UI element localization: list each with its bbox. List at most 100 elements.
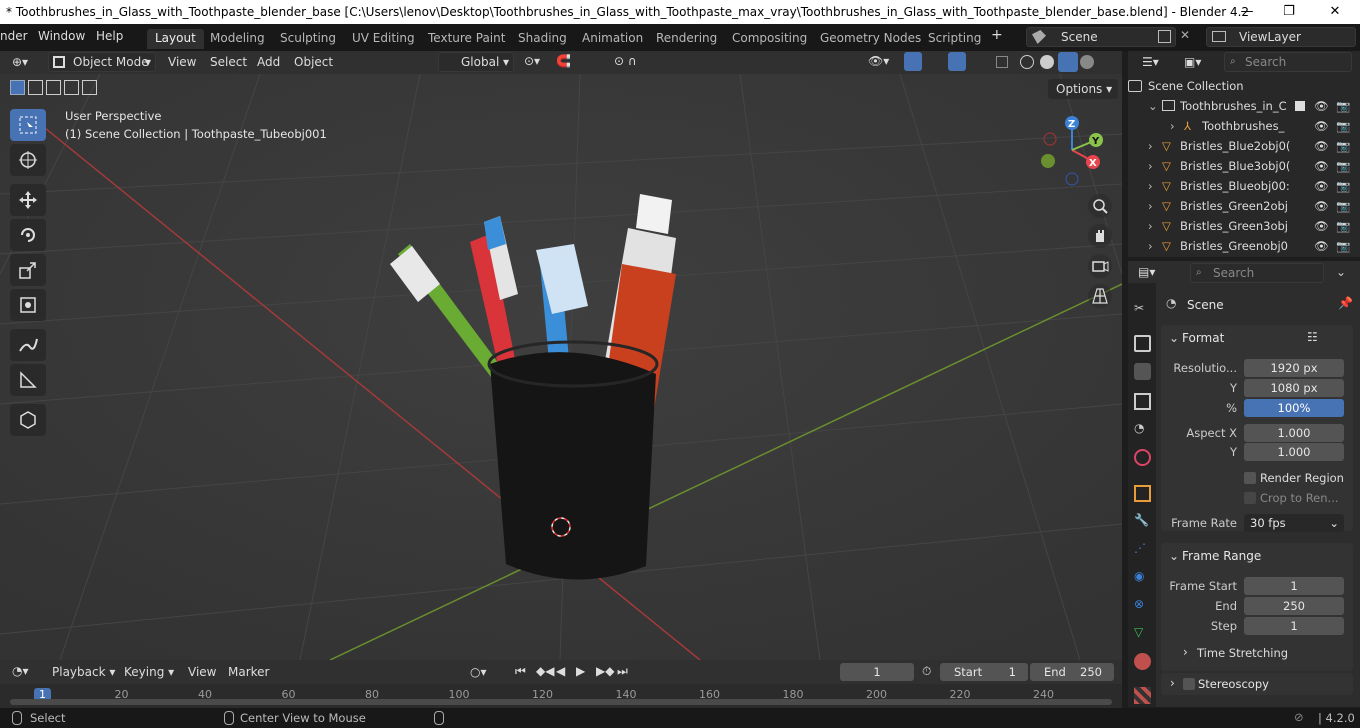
camera-icon[interactable]: 📷 xyxy=(1336,216,1350,236)
snap-icon[interactable]: 🧲 xyxy=(556,54,571,68)
render-tab-icon[interactable] xyxy=(1134,335,1151,352)
start-frame-field[interactable]: Start 1 xyxy=(940,663,1028,681)
outliner-item[interactable]: › ▽ Bristles_Blue3obj0(👁 📷 xyxy=(1128,156,1360,176)
chevron-right-icon[interactable]: › xyxy=(1148,236,1153,256)
menu-object[interactable]: Object xyxy=(294,53,333,72)
chevron-right-icon[interactable]: › xyxy=(1170,676,1175,690)
eye-icon[interactable]: 👁 xyxy=(1314,136,1329,156)
tab-scripting[interactable]: Scripting xyxy=(920,29,989,49)
camera-icon[interactable]: 📷 xyxy=(1336,196,1350,216)
render-region-checkbox[interactable] xyxy=(1244,472,1256,484)
editor-type-icon[interactable]: ⊕▾ xyxy=(12,55,28,69)
wireframe-shading-icon[interactable] xyxy=(1020,55,1034,69)
next-keyframe-icon[interactable]: ▶◆ xyxy=(596,664,614,678)
outliner-item[interactable]: › ▽ Bristles_Greenobj0 👁 📷 xyxy=(1128,236,1360,256)
scene-selector[interactable]: Scene xyxy=(1026,27,1176,47)
chevron-down-icon[interactable]: ⌄ xyxy=(1148,96,1158,116)
frame-start-field[interactable]: 1 xyxy=(1244,577,1344,595)
tab-geometry-nodes[interactable]: Geometry Nodes xyxy=(812,29,929,49)
physics-tab-icon[interactable]: ◉ xyxy=(1134,569,1151,586)
timeline-view-menu[interactable]: View xyxy=(188,663,216,682)
object-tab-icon[interactable] xyxy=(1134,485,1151,502)
timeline-editor-icon[interactable]: ◔▾ xyxy=(12,664,29,678)
maximize-button[interactable]: ❐ xyxy=(1274,2,1304,22)
marker-menu[interactable]: Marker xyxy=(228,663,269,682)
outliner-item[interactable]: › ▽ Bristles_Blue2obj0(👁 📷 xyxy=(1128,136,1360,156)
menu-select[interactable]: Select xyxy=(210,53,247,72)
jump-end-icon[interactable]: ⏭ xyxy=(617,664,628,679)
eye-icon[interactable]: 👁 xyxy=(1314,236,1329,256)
scale-tool[interactable] xyxy=(10,254,46,286)
outliner-item[interactable]: › ▽ Bristles_Blueobj00: 👁 📷 xyxy=(1128,176,1360,196)
minimize-button[interactable]: — xyxy=(1232,2,1262,22)
select-new-icon[interactable] xyxy=(10,80,25,95)
move-tool[interactable] xyxy=(10,184,46,216)
menu-help[interactable]: Help xyxy=(96,29,123,43)
camera-view-icon[interactable] xyxy=(1088,254,1112,278)
output-tab-icon[interactable] xyxy=(1134,363,1151,380)
stopwatch-icon[interactable]: ⏱ xyxy=(922,664,931,679)
annotate-tool[interactable] xyxy=(10,329,46,361)
scene-objects[interactable] xyxy=(0,74,1122,660)
rendered-shading-icon[interactable] xyxy=(1080,55,1094,69)
frame-step-field[interactable]: 1 xyxy=(1244,617,1344,635)
camera-icon[interactable]: 📷 xyxy=(1336,136,1350,156)
constraints-tab-icon[interactable]: ⊗ xyxy=(1134,597,1151,614)
prev-keyframe-icon[interactable]: ◆◀ xyxy=(536,664,554,678)
measure-tool[interactable] xyxy=(10,364,46,396)
tab-modeling[interactable]: Modeling xyxy=(202,29,273,49)
menu-add[interactable]: Add xyxy=(257,53,280,72)
select-box-tool[interactable] xyxy=(10,109,46,141)
keying-menu[interactable]: Keying ▾ xyxy=(124,663,174,682)
pin-icon[interactable]: 📌 xyxy=(1338,296,1353,310)
tab-texture-paint[interactable]: Texture Paint xyxy=(420,29,513,49)
outliner-editor-icon[interactable]: ☰▾ xyxy=(1142,55,1159,69)
scene-tab-icon[interactable]: ◔ xyxy=(1134,421,1151,438)
chevron-right-icon[interactable]: › xyxy=(1148,196,1153,216)
display-mode-icon[interactable]: ▣▾ xyxy=(1184,55,1201,69)
tab-uv-editing[interactable]: UV Editing xyxy=(344,29,423,49)
outliner-collection-row[interactable]: ⌄ Toothbrushes_in_C 👁 📷 xyxy=(1128,96,1360,116)
data-tab-icon[interactable]: ▽ xyxy=(1134,625,1151,642)
gizmo-icon[interactable] xyxy=(904,52,922,71)
orientation-selector[interactable]: Global ▾ xyxy=(438,52,514,72)
properties-search-input[interactable]: Search xyxy=(1190,263,1324,283)
material-shading-icon[interactable] xyxy=(1058,52,1078,72)
format-panel-title[interactable]: Format xyxy=(1182,331,1224,345)
3d-viewport[interactable]: User Perspective (1) Scene Collection | … xyxy=(0,74,1122,660)
close-button[interactable]: ✕ xyxy=(1320,2,1350,22)
camera-icon[interactable]: 📷 xyxy=(1336,156,1350,176)
camera-icon[interactable]: 📷 xyxy=(1336,96,1350,116)
resolution-y-field[interactable]: 1080 px xyxy=(1244,379,1344,397)
tab-shading[interactable]: Shading xyxy=(510,29,575,49)
tab-rendering[interactable]: Rendering xyxy=(648,29,725,49)
options-dropdown[interactable]: Options ▾ xyxy=(1048,79,1118,99)
camera-icon[interactable]: 📷 xyxy=(1336,116,1350,136)
eye-icon[interactable]: 👁 xyxy=(1314,96,1329,116)
tab-sculpting[interactable]: Sculpting xyxy=(272,29,344,49)
properties-editor-icon[interactable]: ▤▾ xyxy=(1138,265,1155,279)
view-layer-tab-icon[interactable] xyxy=(1134,393,1151,410)
chevron-right-icon[interactable]: › xyxy=(1148,136,1153,156)
zoom-icon[interactable] xyxy=(1088,194,1112,218)
chevron-right-icon[interactable]: › xyxy=(1183,645,1188,659)
outliner-root[interactable]: Scene Collection xyxy=(1128,76,1360,96)
presets-list-icon[interactable]: ☷ xyxy=(1307,330,1318,344)
select-subtract-icon[interactable] xyxy=(46,80,61,95)
stereoscopy-title[interactable]: Stereoscopy xyxy=(1198,677,1269,691)
select-invert-icon[interactable] xyxy=(64,80,79,95)
add-cube-tool[interactable] xyxy=(10,404,46,436)
eye-icon[interactable]: 👁 xyxy=(1314,196,1329,216)
rotate-tool[interactable] xyxy=(10,219,46,251)
navigation-gizmo[interactable]: Z X Y xyxy=(1030,114,1110,194)
select-intersect-icon[interactable] xyxy=(82,80,97,95)
chevron-right-icon[interactable]: › xyxy=(1148,156,1153,176)
stereoscopy-checkbox[interactable] xyxy=(1183,678,1195,690)
time-stretching-subpanel[interactable]: Time Stretching xyxy=(1197,646,1288,660)
perspective-grid-icon[interactable] xyxy=(1088,284,1112,308)
chevron-right-icon[interactable]: › xyxy=(1170,116,1175,136)
select-extend-icon[interactable] xyxy=(28,80,43,95)
texture-tab-icon[interactable] xyxy=(1134,687,1151,704)
menu-view[interactable]: View xyxy=(168,53,196,72)
crop-checkbox[interactable] xyxy=(1244,492,1256,504)
